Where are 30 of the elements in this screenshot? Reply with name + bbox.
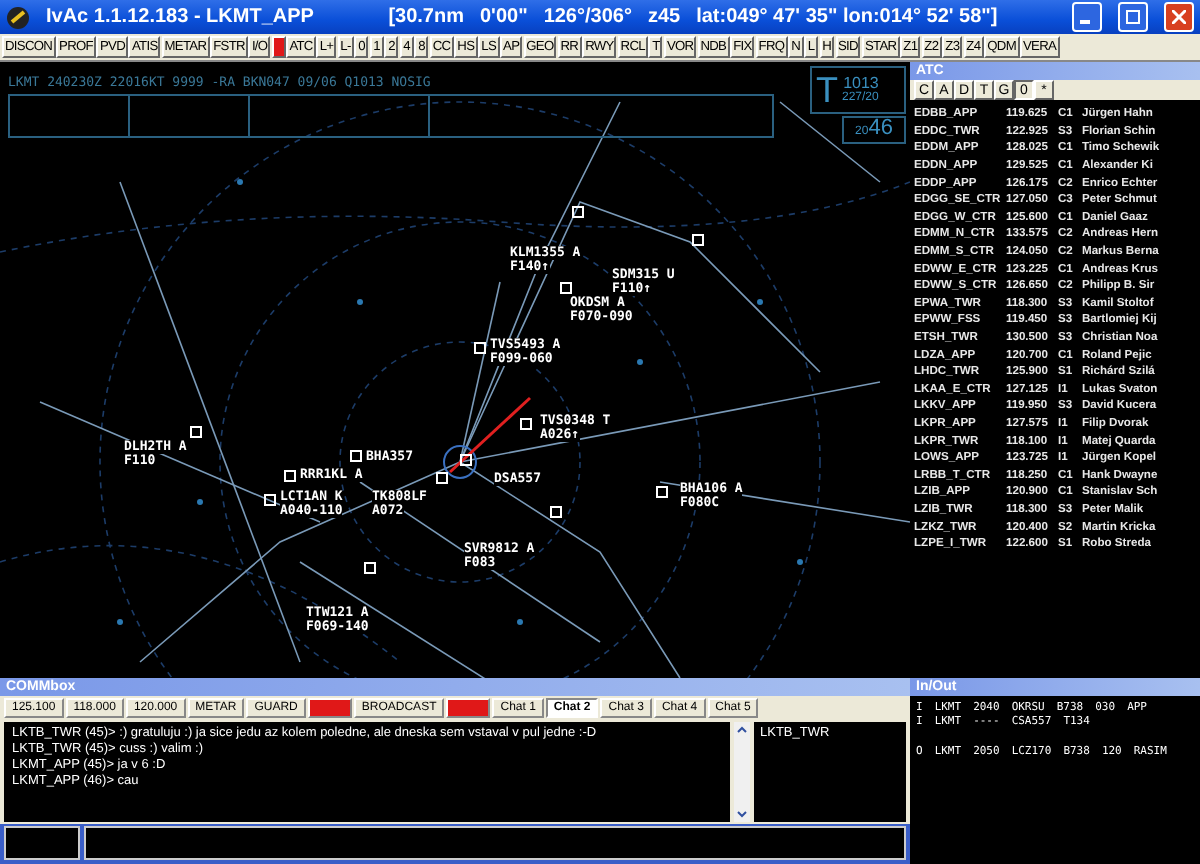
aircraft-target-icon[interactable] (572, 206, 584, 218)
aircraft-target-icon[interactable] (364, 562, 376, 574)
aircraft-target-icon[interactable] (520, 418, 532, 430)
app-icon (6, 5, 30, 29)
cursor-readout: 0'00" (480, 6, 528, 28)
close-icon (1172, 10, 1186, 24)
aircraft-target-icon[interactable] (692, 234, 704, 246)
cursor-readout: lat:049° 47' 35" lon:014° 52' 58"] (696, 6, 998, 28)
cursor-readout: z45 (647, 6, 681, 28)
aircraft-target-icon[interactable] (560, 282, 572, 294)
scrollbar[interactable] (734, 722, 750, 822)
aircraft-target-icon[interactable] (474, 342, 486, 354)
maximize-button[interactable] (1118, 2, 1148, 32)
scroll-down-icon[interactable] (734, 806, 750, 822)
clock-minutes: 46 (868, 118, 893, 140)
close-button[interactable] (1164, 2, 1194, 32)
maximize-icon (1126, 10, 1140, 24)
cursor-readout: [30.7nm (388, 6, 464, 28)
pressure-mode: T (816, 72, 838, 108)
cursor-readout: 126°/306° (543, 6, 632, 28)
aircraft-target-icon[interactable] (190, 426, 202, 438)
minimize-button[interactable] (1072, 2, 1102, 32)
toolbar-button[interactable] (271, 36, 286, 58)
aircraft-target-icon[interactable] (350, 450, 362, 462)
qnh-value: 1013 (843, 74, 879, 92)
input-field[interactable] (4, 826, 80, 860)
aircraft-target-icon[interactable] (656, 486, 668, 498)
window-title: IvAc 1.1.12.183 - LKMT_APP (46, 6, 314, 28)
aircraft-target-icon[interactable] (550, 506, 562, 518)
chat-input-field[interactable] (84, 826, 906, 860)
